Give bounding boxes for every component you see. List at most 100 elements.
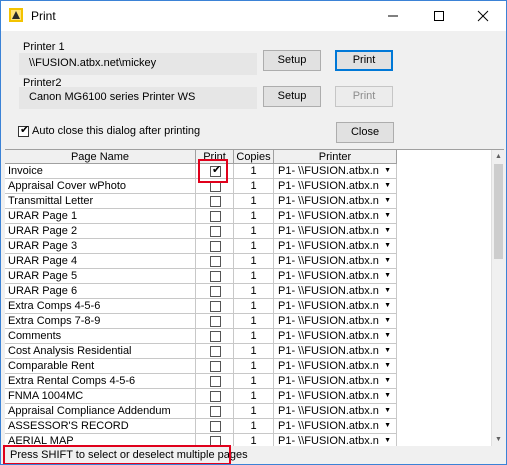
page-name-cell[interactable]: URAR Page 2	[5, 224, 196, 239]
table-row[interactable]: Comparable Rent 1 P1- \\FUSION.atbx.n ▼	[5, 359, 397, 374]
close-window-button[interactable]	[460, 1, 506, 31]
copies-cell[interactable]: 1	[234, 374, 274, 389]
printer-select[interactable]: P1- \\FUSION.atbx.n ▼	[274, 359, 397, 374]
print-checkbox[interactable]	[210, 301, 221, 312]
print-checkbox[interactable]	[210, 406, 221, 417]
print-checkbox[interactable]	[210, 241, 221, 252]
chevron-down-icon[interactable]: ▼	[384, 404, 391, 418]
print-checkbox[interactable]	[210, 256, 221, 267]
copies-cell[interactable]: 1	[234, 209, 274, 224]
page-name-cell[interactable]: Extra Comps 7-8-9	[5, 314, 196, 329]
page-name-cell[interactable]: Extra Rental Comps 4-5-6	[5, 374, 196, 389]
column-header-copies[interactable]: Copies	[234, 150, 274, 164]
page-name-cell[interactable]: Appraisal Cover wPhoto	[5, 179, 196, 194]
print-checkbox[interactable]	[210, 271, 221, 282]
copies-cell[interactable]: 1	[234, 164, 274, 179]
printer-select[interactable]: P1- \\FUSION.atbx.n ▼	[274, 299, 397, 314]
chevron-down-icon[interactable]: ▼	[384, 389, 391, 403]
table-row[interactable]: FNMA 1004MC 1 P1- \\FUSION.atbx.n ▼	[5, 389, 397, 404]
printer1-setup-button[interactable]: Setup	[263, 50, 321, 71]
print-checkbox[interactable]	[210, 361, 221, 372]
print-checkbox[interactable]	[210, 331, 221, 342]
chevron-down-icon[interactable]: ▼	[384, 284, 391, 298]
copies-cell[interactable]: 1	[234, 404, 274, 419]
chevron-down-icon[interactable]: ▼	[384, 269, 391, 283]
printer-select[interactable]: P1- \\FUSION.atbx.n ▼	[274, 269, 397, 284]
chevron-down-icon[interactable]: ▼	[384, 419, 391, 433]
printer-select[interactable]: P1- \\FUSION.atbx.n ▼	[274, 314, 397, 329]
page-name-cell[interactable]: Appraisal Compliance Addendum	[5, 404, 196, 419]
table-row[interactable]: URAR Page 3 1 P1- \\FUSION.atbx.n ▼	[5, 239, 397, 254]
copies-cell[interactable]: 1	[234, 299, 274, 314]
page-name-cell[interactable]: URAR Page 3	[5, 239, 196, 254]
table-row[interactable]: Comments 1 P1- \\FUSION.atbx.n ▼	[5, 329, 397, 344]
table-row[interactable]: URAR Page 5 1 P1- \\FUSION.atbx.n ▼	[5, 269, 397, 284]
page-name-cell[interactable]: URAR Page 6	[5, 284, 196, 299]
table-row[interactable]: Extra Rental Comps 4-5-6 1 P1- \\FUSION.at…	[5, 374, 397, 389]
table-row[interactable]: URAR Page 1 1 P1- \\FUSION.atbx.n ▼	[5, 209, 397, 224]
page-name-cell[interactable]: Extra Comps 4-5-6	[5, 299, 196, 314]
printer-select[interactable]: P1- \\FUSION.atbx.n ▼	[274, 209, 397, 224]
chevron-down-icon[interactable]: ▼	[384, 179, 391, 193]
print-checkbox[interactable]	[210, 286, 221, 297]
minimize-button[interactable]	[370, 1, 416, 31]
printer-select[interactable]: P1- \\FUSION.atbx.n ▼	[274, 434, 397, 446]
table-row[interactable]: URAR Page 6 1 P1- \\FUSION.atbx.n ▼	[5, 284, 397, 299]
copies-cell[interactable]: 1	[234, 284, 274, 299]
copies-cell[interactable]: 1	[234, 344, 274, 359]
maximize-button[interactable]	[416, 1, 462, 31]
print-checkbox[interactable]	[210, 421, 221, 432]
printer1-print-button[interactable]: Print	[335, 50, 393, 71]
chevron-down-icon[interactable]: ▼	[384, 314, 391, 328]
page-name-cell[interactable]: URAR Page 5	[5, 269, 196, 284]
copies-cell[interactable]: 1	[234, 434, 274, 446]
print-checkbox[interactable]	[210, 196, 221, 207]
copies-cell[interactable]: 1	[234, 329, 274, 344]
page-name-cell[interactable]: URAR Page 1	[5, 209, 196, 224]
table-row[interactable]: ASSESSOR'S RECORD 1 P1- \\FUSION.atbx.n ▼	[5, 419, 397, 434]
printer-select[interactable]: P1- \\FUSION.atbx.n ▼	[274, 374, 397, 389]
copies-cell[interactable]: 1	[234, 224, 274, 239]
chevron-down-icon[interactable]: ▼	[384, 164, 391, 178]
page-name-cell[interactable]: Comments	[5, 329, 196, 344]
printer-select[interactable]: P1- \\FUSION.atbx.n ▼	[274, 344, 397, 359]
chevron-down-icon[interactable]: ▼	[384, 374, 391, 388]
page-name-cell[interactable]: URAR Page 4	[5, 254, 196, 269]
chevron-down-icon[interactable]: ▼	[384, 299, 391, 313]
printer2-setup-button[interactable]: Setup	[263, 86, 321, 107]
printer-select[interactable]: P1- \\FUSION.atbx.n ▼	[274, 254, 397, 269]
print-checkbox[interactable]	[210, 346, 221, 357]
chevron-down-icon[interactable]: ▼	[384, 209, 391, 223]
vertical-scrollbar[interactable]: ▲ ▼	[491, 150, 504, 446]
chevron-down-icon[interactable]: ▼	[384, 344, 391, 358]
copies-cell[interactable]: 1	[234, 254, 274, 269]
page-name-cell[interactable]: Cost Analysis Residential	[5, 344, 196, 359]
printer-select[interactable]: P1- \\FUSION.atbx.n ▼	[274, 404, 397, 419]
scroll-thumb[interactable]	[494, 164, 503, 259]
printer-select[interactable]: P1- \\FUSION.atbx.n ▼	[274, 284, 397, 299]
copies-cell[interactable]: 1	[234, 179, 274, 194]
scroll-up-icon[interactable]: ▲	[492, 150, 504, 163]
page-name-cell[interactable]: ASSESSOR'S RECORD	[5, 419, 196, 434]
chevron-down-icon[interactable]: ▼	[384, 254, 391, 268]
chevron-down-icon[interactable]: ▼	[384, 224, 391, 238]
print-checkbox[interactable]	[210, 391, 221, 402]
print-checkbox[interactable]	[210, 316, 221, 327]
copies-cell[interactable]: 1	[234, 359, 274, 374]
printer-select[interactable]: P1- \\FUSION.atbx.n ▼	[274, 164, 397, 179]
chevron-down-icon[interactable]: ▼	[384, 359, 391, 373]
chevron-down-icon[interactable]: ▼	[384, 239, 391, 253]
printer-select[interactable]: P1- \\FUSION.atbx.n ▼	[274, 179, 397, 194]
column-header-printer[interactable]: Printer	[274, 150, 397, 164]
printer2-print-button[interactable]: Print	[335, 86, 393, 107]
close-button[interactable]: Close	[336, 122, 394, 143]
copies-cell[interactable]: 1	[234, 239, 274, 254]
table-row[interactable]: Appraisal Compliance Addendum 1 P1- \\FUSI…	[5, 404, 397, 419]
printer-select[interactable]: P1- \\FUSION.atbx.n ▼	[274, 329, 397, 344]
chevron-down-icon[interactable]: ▼	[384, 434, 391, 446]
scroll-down-icon[interactable]: ▼	[492, 433, 504, 446]
page-name-cell[interactable]: Invoice	[5, 164, 196, 179]
table-row[interactable]: Extra Comps 7-8-9 1 P1- \\FUSION.atbx.n ▼	[5, 314, 397, 329]
auto-close-checkbox[interactable]: ✔	[18, 124, 29, 137]
printer-select[interactable]: P1- \\FUSION.atbx.n ▼	[274, 194, 397, 209]
